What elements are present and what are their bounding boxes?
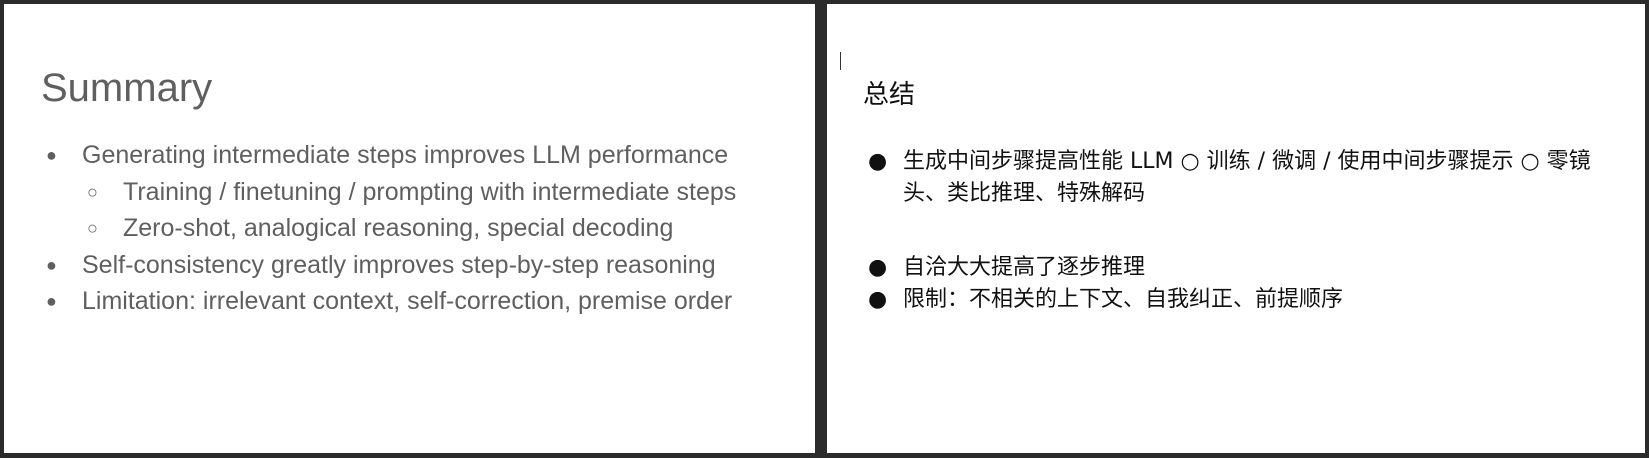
text-cursor <box>840 52 841 70</box>
list-item: ● 自洽大大提高了逐步推理 <box>827 252 1645 284</box>
hollow-bullet-icon: ○ <box>87 218 98 238</box>
translation-panel[interactable]: 总结 ● 生成中间步骤提高性能 LLM ○ 训练 / 微调 / 使用中间步骤提示… <box>827 4 1645 453</box>
list-item-text: 自洽大大提高了逐步推理 <box>903 255 1146 280</box>
list-item-text: Training / finetuning / prompting with i… <box>123 177 737 206</box>
list-item: ● 生成中间步骤提高性能 LLM ○ 训练 / 微调 / 使用中间步骤提示 ○ … <box>827 146 1645 210</box>
bullet-list: ● Generating intermediate steps improves… <box>4 140 815 323</box>
list-item-text: 生成中间步骤提高性能 LLM ○ 训练 / 微调 / 使用中间步骤提示 ○ 零镜… <box>903 149 1591 206</box>
original-slide-panel: Summary ● Generating intermediate steps … <box>4 4 815 453</box>
bullet-icon: ● <box>868 287 888 312</box>
list-item-text: 限制：不相关的上下文、自我纠正、前提顺序 <box>903 287 1344 312</box>
bullet-icon: ● <box>46 291 57 311</box>
list-item: ● 限制：不相关的上下文、自我纠正、前提顺序 <box>827 284 1645 316</box>
bullet-icon: ● <box>46 254 57 275</box>
bullet-icon: ● <box>46 145 57 165</box>
split-view: Summary ● Generating intermediate steps … <box>0 0 1649 458</box>
list-item-text: Generating intermediate steps improves L… <box>82 141 729 169</box>
slide-title: Summary <box>41 66 213 110</box>
translated-title: 总结 <box>863 80 916 110</box>
list-item: ● Generating intermediate steps improves… <box>4 140 815 177</box>
hollow-bullet-icon: ○ <box>87 181 98 202</box>
list-item-text: Zero-shot, analogical reasoning, special… <box>123 214 674 242</box>
bullet-icon: ● <box>868 149 888 174</box>
list-item: ● Self-consistency greatly improves step… <box>4 250 815 287</box>
translated-bullet-list: ● 生成中间步骤提高性能 LLM ○ 训练 / 微调 / 使用中间步骤提示 ○ … <box>827 146 1645 316</box>
bullet-icon: ● <box>868 255 888 280</box>
list-item-sub: ○ Zero-shot, analogical reasoning, speci… <box>4 213 815 250</box>
list-item-sub: ○ Training / finetuning / prompting with… <box>4 177 815 214</box>
list-item-text: Self-consistency greatly improves step-b… <box>82 250 716 279</box>
list-item: ● Limitation: irrelevant context, self-c… <box>4 286 815 323</box>
list-item-text: Limitation: irrelevant context, self-cor… <box>82 287 733 315</box>
